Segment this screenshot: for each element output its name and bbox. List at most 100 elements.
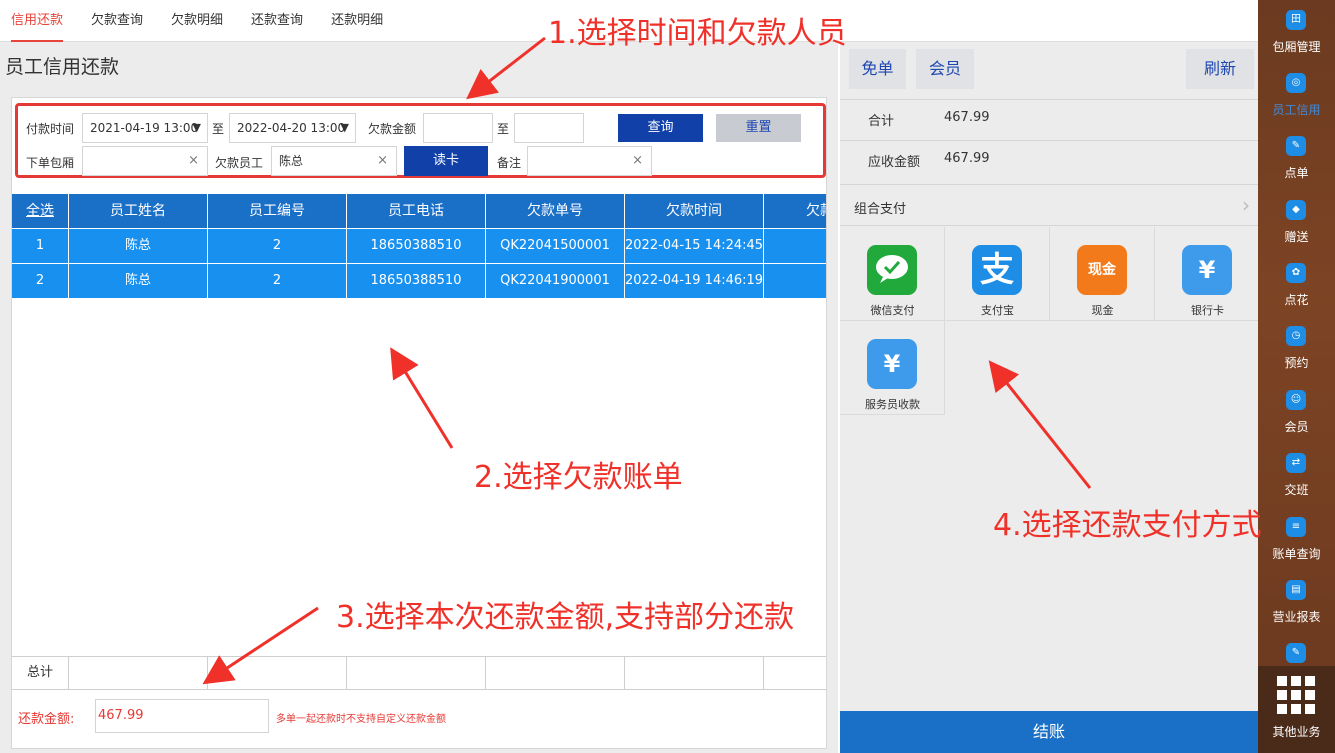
remark-input[interactable]: ×: [527, 146, 652, 176]
clear-icon[interactable]: ×: [377, 147, 388, 175]
refresh-button[interactable]: 刷新: [1186, 49, 1254, 89]
pay-bank-card[interactable]: ¥ 银行卡: [1155, 227, 1260, 321]
sidebar-item-order[interactable]: ✎ 点单: [1258, 126, 1335, 189]
total-cell: [764, 657, 824, 689]
col-debt-time: 欠款时间: [625, 194, 764, 228]
tab-debt-detail[interactable]: 欠款明细: [171, 0, 223, 42]
total-summary: 合计 467.99: [840, 99, 1258, 139]
row-debt-amount: [764, 229, 826, 263]
room-input[interactable]: ×: [82, 146, 208, 176]
right-sidebar: 田 包厢管理 ◎ 员工信用 ✎ 点单 ◆ 赠送 ✿ 点花 ◷ 预约 ☺ 会员 ⇄…: [1258, 0, 1335, 753]
alipay-icon: 支: [972, 245, 1022, 295]
debt-amount-label: 欠款金额: [368, 122, 417, 136]
pay-cash[interactable]: 现金 现金: [1050, 227, 1155, 321]
total-cell: [69, 657, 208, 689]
debt-amount-min-input[interactable]: [423, 113, 493, 143]
main-pane: 员工信用还款 付款时间 2021-04-19 13:00 ▼ 至 2022-04…: [0, 42, 838, 753]
col-staff-id: 员工编号: [208, 194, 347, 228]
gift-icon: ◆: [1286, 200, 1306, 220]
select-all-header[interactable]: 全选: [12, 194, 69, 228]
sidebar-item-gift[interactable]: ◆ 赠送: [1258, 190, 1335, 253]
chevron-right-icon: ›: [1242, 193, 1250, 217]
tab-debt-query[interactable]: 欠款查询: [91, 0, 143, 42]
content-card: 付款时间 2021-04-19 13:00 ▼ 至 2022-04-20 13:…: [11, 97, 827, 749]
room-manage-icon: 田: [1286, 10, 1306, 30]
payment-toolbar: 免单 会员 刷新: [840, 42, 1258, 99]
sidebar-item-room-manage[interactable]: 田 包厢管理: [1258, 0, 1335, 63]
row-debt-time: 2022-04-19 14:46:19: [625, 264, 764, 298]
clear-icon[interactable]: ×: [188, 147, 199, 175]
reset-button[interactable]: 重置: [716, 114, 801, 142]
row-staff-name: 陈总: [69, 229, 208, 263]
cash-icon: 现金: [1077, 245, 1127, 295]
table-row[interactable]: 1 陈总 2 18650388510 QK22041500001 2022-04…: [12, 229, 826, 263]
row-debt-amount: [764, 264, 826, 298]
sidebar-item-flower[interactable]: ✿ 点花: [1258, 253, 1335, 316]
date-to-select[interactable]: 2022-04-20 13:00 ▼: [229, 113, 356, 143]
reserve-icon: ◷: [1286, 326, 1306, 346]
sidebar-item-label: 包厢管理: [1272, 40, 1321, 54]
sidebar-item-member[interactable]: ☺ 会员: [1258, 380, 1335, 443]
date-to-separator: 至: [212, 122, 225, 136]
receivable-value: 467.99: [944, 151, 990, 166]
row-staff-phone: 18650388510: [347, 264, 486, 298]
row-debt-no: QK22041900001: [486, 264, 625, 298]
read-card-button[interactable]: 读卡: [404, 146, 488, 176]
sidebar-item-reserve[interactable]: ◷ 预约: [1258, 316, 1335, 379]
date-from-select[interactable]: 2021-04-19 13:00 ▼: [82, 113, 208, 143]
debt-amount-max-input[interactable]: [514, 113, 584, 143]
page-title: 员工信用还款: [5, 56, 120, 78]
row-staff-id: 2: [208, 229, 347, 263]
member-icon: ☺: [1286, 390, 1306, 410]
chevron-down-icon: ▼: [340, 121, 349, 134]
sidebar-item-label: 赠送: [1284, 230, 1309, 244]
total-row: 总计: [12, 656, 826, 690]
sidebar-item-label: 会员: [1284, 420, 1309, 434]
annotation-step3: 3.选择本次还款金额,支持部分还款: [336, 600, 795, 635]
waiter-collect-icon: ¥: [867, 339, 917, 389]
sidebar-item-extra[interactable]: ✎: [1258, 633, 1335, 666]
pay-waiter-collect[interactable]: ¥ 服务员收款: [840, 321, 945, 415]
sidebar-item-report[interactable]: ▤ 营业报表: [1258, 570, 1335, 633]
col-debt-amount: 欠款: [806, 203, 826, 219]
combo-pay-row[interactable]: 组合支付 ›: [840, 184, 1258, 226]
remark-label: 备注: [497, 156, 522, 170]
pay-name: 微信支付: [870, 304, 915, 317]
free-order-button[interactable]: 免单: [849, 49, 906, 89]
tab-repay-query[interactable]: 还款查询: [251, 0, 303, 42]
tab-credit-repay[interactable]: 信用还款: [11, 0, 64, 42]
sidebar-item-handover[interactable]: ⇄ 交班: [1258, 443, 1335, 506]
handover-icon: ⇄: [1286, 453, 1306, 473]
row-staff-phone: 18650388510: [347, 229, 486, 263]
staff-label: 欠款员工: [215, 156, 264, 170]
apps-grid-icon: [1277, 676, 1315, 714]
clear-icon[interactable]: ×: [632, 147, 643, 175]
bill-query-icon: ≡: [1286, 517, 1306, 537]
pay-wechat[interactable]: 微信支付: [840, 227, 945, 321]
query-button[interactable]: 查询: [618, 114, 703, 142]
row-debt-no: QK22041500001: [486, 229, 625, 263]
staff-credit-icon: ◎: [1286, 73, 1306, 93]
total-cell: [625, 657, 764, 689]
total-cell: [486, 657, 625, 689]
pay-name: 支付宝: [981, 304, 1014, 317]
pay-name: 银行卡: [1191, 304, 1224, 317]
tab-repay-detail[interactable]: 还款明细: [331, 0, 383, 42]
wechat-pay-icon: [867, 245, 917, 295]
sidebar-item-staff-credit[interactable]: ◎ 员工信用: [1258, 63, 1335, 126]
sidebar-item-bill-query[interactable]: ≡ 账单查询: [1258, 507, 1335, 570]
member-button[interactable]: 会员: [916, 49, 974, 89]
repay-amount-input[interactable]: 467.99: [95, 699, 269, 733]
checkout-button[interactable]: 结账: [840, 711, 1258, 753]
other-business-button[interactable]: 其他业务: [1258, 666, 1335, 753]
sidebar-item-label: 点花: [1284, 293, 1309, 307]
table-row[interactable]: 2 陈总 2 18650388510 QK22041900001 2022-04…: [12, 264, 826, 298]
sidebar-item-label: 营业报表: [1272, 610, 1321, 624]
sidebar-item-label: 员工信用: [1272, 103, 1321, 117]
staff-input[interactable]: 陈总 ×: [271, 146, 397, 176]
pay-alipay[interactable]: 支 支付宝: [945, 227, 1050, 321]
combo-pay-label: 组合支付: [854, 202, 907, 217]
repay-note: 多单一起还款时不支持自定义还款金额: [276, 714, 446, 725]
total-label: 合计: [868, 114, 895, 129]
room-label: 下单包厢: [26, 156, 75, 170]
